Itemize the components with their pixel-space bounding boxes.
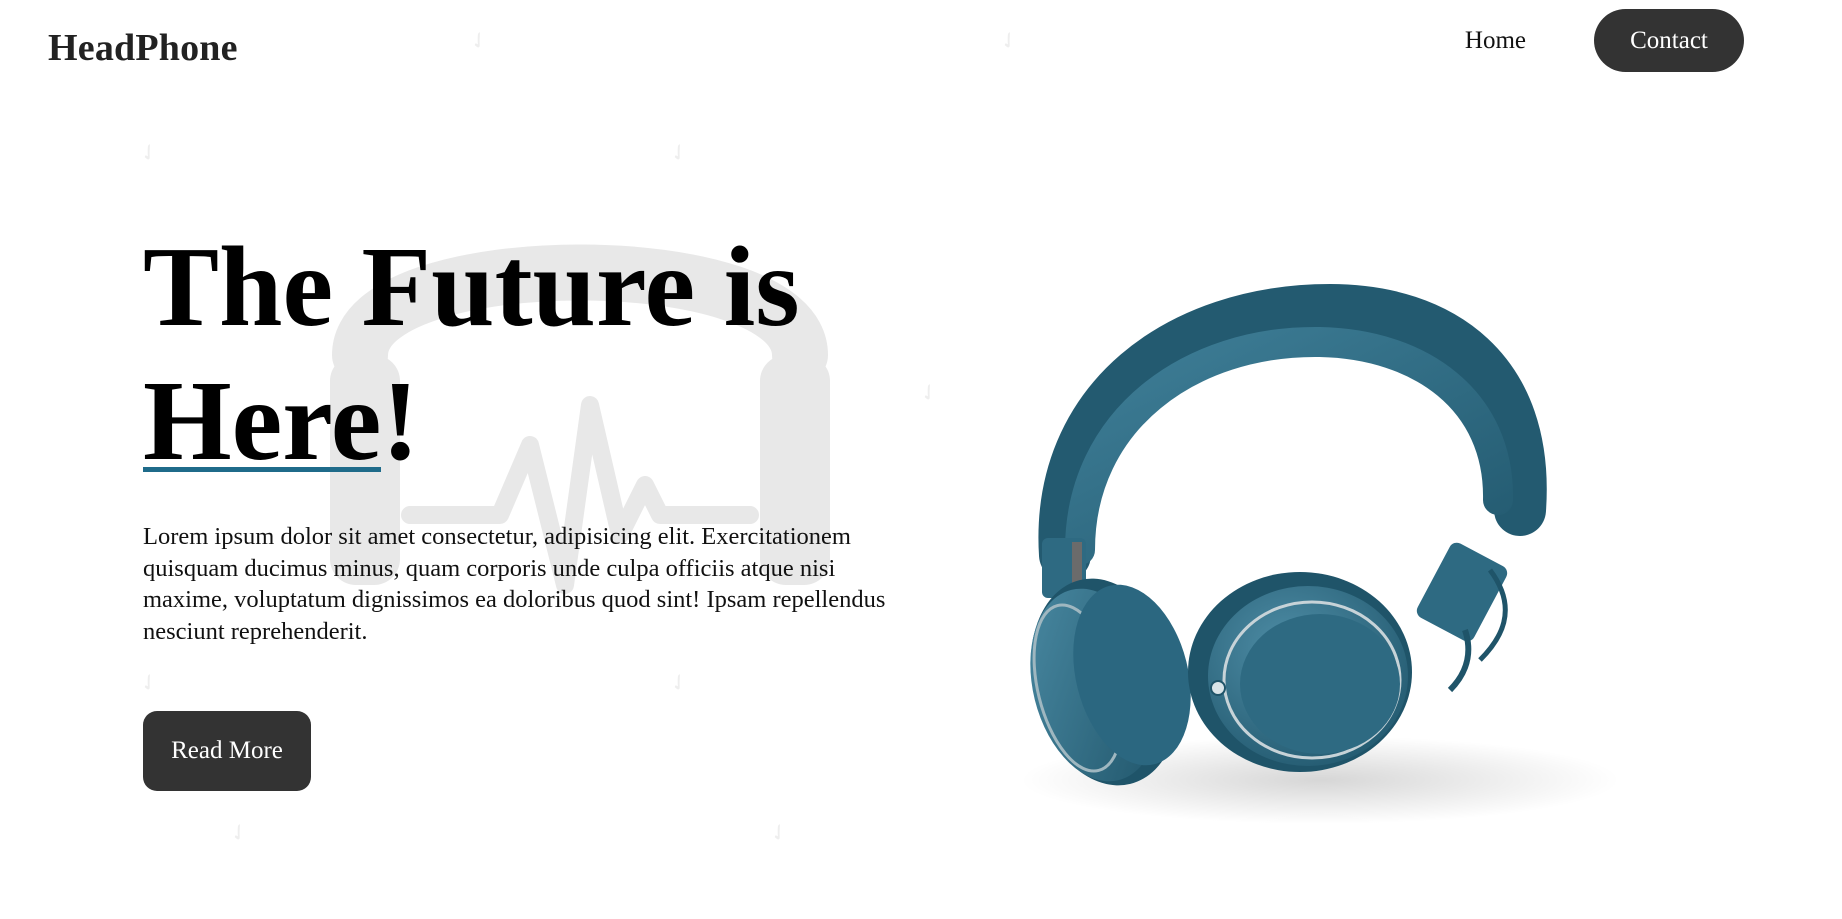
watermark-mark: ✓ [664,137,694,169]
watermark-mark: ✓ [134,137,164,169]
nav-home-link[interactable]: Home [1465,27,1526,55]
hero-title-line1: The Future is [143,223,800,350]
read-more-button[interactable]: Read More [143,711,311,791]
watermark-mark: ✓ [224,817,254,849]
contact-button[interactable]: Contact [1594,9,1744,72]
brand-logo[interactable]: HeadPhone [48,26,238,70]
hero-title-punctuation: ! [381,357,420,484]
hero-title-line2: Here! [143,354,800,488]
hero-title: The Future is Here! [143,220,800,488]
watermark-mark: ✓ [664,667,694,699]
main-nav: Home Contact [1465,9,1744,72]
hero-description: Lorem ipsum dolor sit amet consectetur, … [143,523,886,645]
watermark-mark: ✓ [914,377,944,409]
watermark-mark: ✓ [994,25,1024,57]
hero-title-underlined-word: Here [143,354,382,488]
watermark-mark: ✓ [464,25,494,57]
watermark-mark: ✓ [764,817,794,849]
watermark-mark: ✓ [134,667,164,699]
landing-page: ✓ ✓ ✓ ✓ ✓ ✓ ✓ ✓ ✓ HeadPhone Home Contact… [0,0,1842,919]
headphones-product-image [1020,283,1620,824]
